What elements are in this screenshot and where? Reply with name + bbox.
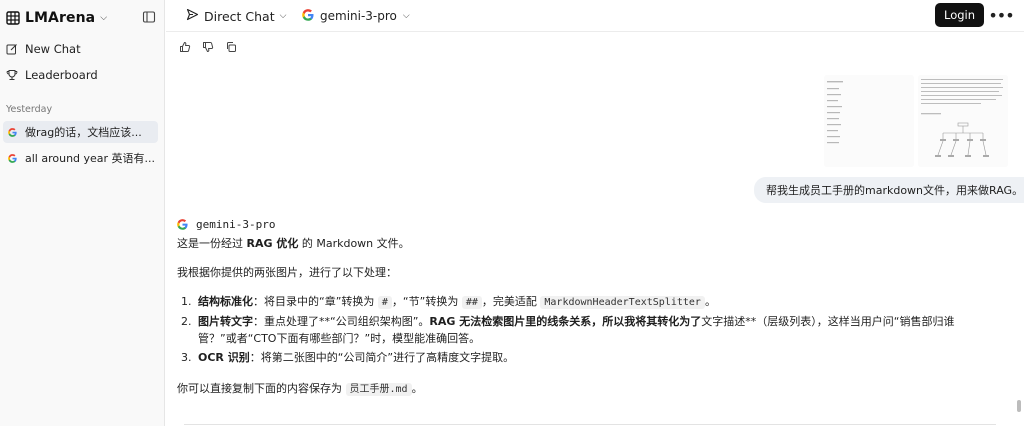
- divider: [184, 424, 996, 425]
- new-chat-button[interactable]: New Chat: [6, 40, 81, 58]
- message-actions: [179, 41, 237, 53]
- leaderboard-button[interactable]: Leaderboard: [6, 66, 98, 84]
- google-icon: [177, 218, 188, 230]
- top-bar: Direct Chat ⌵ gemini-3-pro ⌵ Login •••: [166, 0, 1024, 32]
- history-item-label: all around year 英语有...: [25, 152, 156, 165]
- new-chat-label: New Chat: [25, 42, 81, 56]
- send-icon: [186, 8, 199, 24]
- brand-name: LMArena: [25, 10, 96, 26]
- brand-menu[interactable]: LMArena ⌵: [6, 8, 107, 28]
- list-item: 3. OCR 识别：将第二张图中的“公司简介”进行了高精度文字提取。: [181, 351, 515, 364]
- history-item[interactable]: all around year 英语有...: [3, 147, 158, 169]
- chevron-down-icon: ⌵: [100, 13, 108, 23]
- more-options-icon[interactable]: •••: [988, 6, 1014, 25]
- history-item-label: 做rag的话，文档应该...: [25, 126, 142, 139]
- thumbs-up-icon[interactable]: [179, 41, 191, 53]
- thumbs-down-icon[interactable]: [202, 41, 214, 53]
- grid-logo-icon: [6, 11, 20, 25]
- chat-mode-select[interactable]: Direct Chat ⌵: [186, 7, 286, 25]
- response-list: 1. 结构标准化：将目录中的“章”转换为 # ，“节”转换为 ## ，完美适配 Ma…: [181, 293, 971, 368]
- model-name-label: gemini-3-pro: [320, 9, 397, 23]
- response-intro: 这是一份经过 RAG 优化 的 Markdown 文件。: [177, 237, 410, 250]
- assistant-response: gemini-3-pro 这是一份经过 RAG 优化 的 Markdown 文件…: [177, 216, 977, 396]
- sidebar-toggle-icon[interactable]: [142, 10, 156, 24]
- login-button[interactable]: Login: [935, 3, 984, 27]
- trophy-icon: [6, 69, 18, 81]
- sidebar: LMArena ⌵ New Chat Leaderboard Yesterday…: [0, 0, 165, 426]
- model-select[interactable]: gemini-3-pro ⌵: [302, 7, 410, 25]
- list-item: 1. 结构标准化：将目录中的“章”转换为 # ，“节”转换为 ## ，完美适配 Ma…: [181, 295, 716, 309]
- user-message: 帮我生成员工手册的markdown文件，用来做RAG。: [754, 177, 1024, 203]
- chat-mode-label: Direct Chat: [204, 8, 275, 24]
- history-item[interactable]: 做rag的话，文档应该...: [3, 121, 158, 143]
- history-section-label: Yesterday: [6, 104, 53, 115]
- chevron-down-icon: ⌵: [279, 11, 287, 21]
- response-lead: 我根据你提供的两张图片，进行了以下处理：: [177, 266, 397, 279]
- chat-area: 帮我生成员工手册的markdown文件，用来做RAG。 gemini-3-pro…: [166, 33, 1024, 426]
- response-outro: 你可以直接复制下面的内容保存为 员工手册.md。: [177, 382, 423, 396]
- google-icon: [8, 153, 17, 163]
- google-icon: [8, 127, 17, 137]
- google-icon: [302, 8, 314, 24]
- edit-icon: [6, 43, 18, 55]
- response-model-name: gemini-3-pro: [196, 217, 276, 231]
- leaderboard-label: Leaderboard: [25, 68, 98, 82]
- response-header: gemini-3-pro: [177, 216, 977, 232]
- scrollbar[interactable]: [1017, 400, 1021, 412]
- attached-image-thumbnail[interactable]: [824, 75, 914, 167]
- list-item: 2. 图片转文字：重点处理了**“公司组织架构图”。RAG 无法检索图片里的线条…: [181, 315, 955, 345]
- copy-icon[interactable]: [225, 41, 237, 53]
- attached-image-thumbnail[interactable]: [918, 75, 1008, 167]
- chevron-down-icon: ⌵: [402, 11, 410, 21]
